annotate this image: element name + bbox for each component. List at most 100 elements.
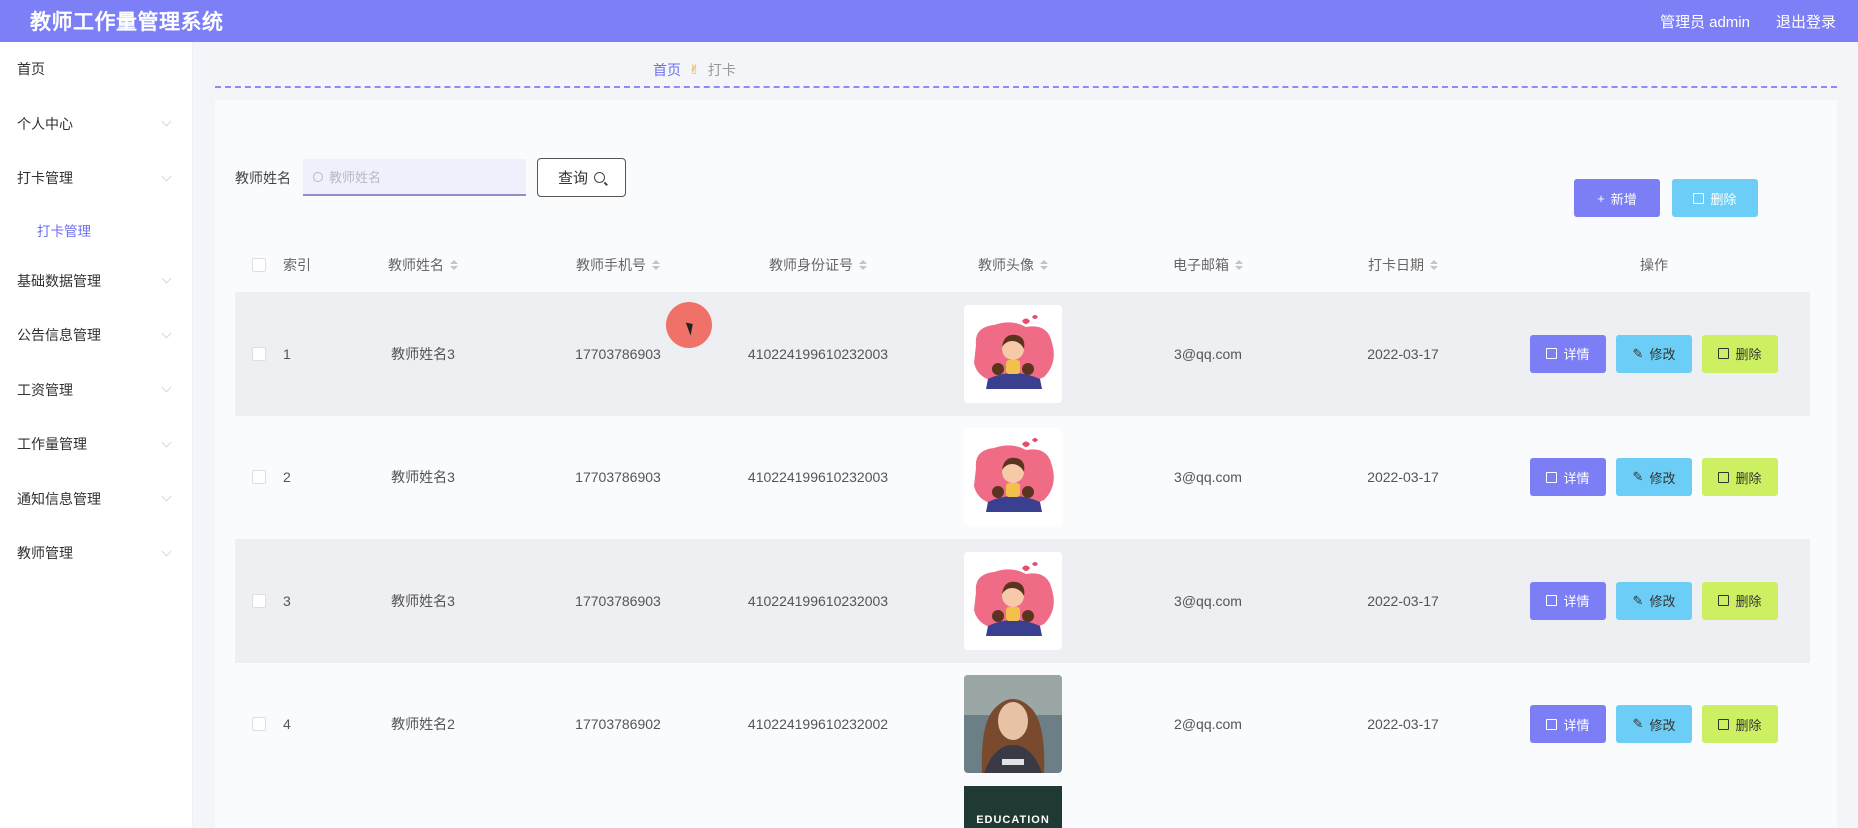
sort-icon[interactable]: [1430, 260, 1438, 270]
row-select-cell: [235, 346, 283, 361]
sidebar-item-teachers[interactable]: 教师管理: [0, 526, 192, 581]
breadcrumb-current: 打卡: [707, 62, 736, 78]
sidebar-item-announcements[interactable]: 公告信息管理: [0, 308, 192, 363]
sort-icon[interactable]: [450, 260, 458, 270]
col-email[interactable]: 电子邮箱: [1108, 255, 1308, 275]
sidebar-subitem-checkin-management[interactable]: 打卡管理: [0, 206, 192, 254]
breadcrumb-home[interactable]: 首页: [653, 60, 681, 80]
cell-index: 2: [283, 469, 291, 486]
edit-button[interactable]: ✎ 修改: [1616, 334, 1692, 373]
cell-email: 3@qq.com: [1174, 345, 1242, 362]
sidebar-item-salary[interactable]: 工资管理: [0, 363, 192, 418]
avatar-cell: [918, 304, 1108, 403]
cell-email: 3@qq.com: [1174, 592, 1242, 609]
pencil-icon: ✎: [1632, 345, 1644, 361]
row-select-cell: [235, 470, 283, 485]
cell-phone: 17703786903: [575, 345, 661, 362]
avatar[interactable]: [964, 551, 1062, 650]
document-icon: [1546, 348, 1558, 360]
sidebar-item-basic-data[interactable]: 基础数据管理: [0, 254, 192, 309]
sidebar-item-checkin-management[interactable]: 打卡管理: [0, 151, 192, 206]
plus-icon: +: [1597, 190, 1605, 206]
detail-label: 详情: [1563, 347, 1590, 363]
current-user: 管理员 admin: [1659, 13, 1750, 31]
search-placeholder: 教师姓名: [329, 170, 382, 185]
col-avatar[interactable]: 教师头像: [918, 255, 1108, 275]
trash-icon: [1718, 718, 1730, 730]
avatar: EDUCATION: [964, 786, 1062, 828]
col-label: 教师姓名: [388, 257, 444, 273]
edit-button[interactable]: ✎ 修改: [1616, 705, 1692, 744]
add-button[interactable]: + 新增: [1574, 179, 1660, 217]
detail-button[interactable]: 详情: [1530, 705, 1606, 744]
sidebar-item-notifications[interactable]: 通知信息管理: [0, 472, 192, 527]
cell-id-card: 410224199610232002: [747, 716, 889, 733]
cell-index: 4: [283, 716, 291, 733]
col-checkin-date[interactable]: 打卡日期: [1308, 255, 1498, 275]
row-checkbox[interactable]: [252, 470, 266, 485]
cell-phone: 17703786902: [575, 716, 661, 733]
detail-button[interactable]: 详情: [1530, 458, 1606, 497]
avatar[interactable]: [964, 428, 1062, 527]
search-icon: [594, 172, 605, 183]
cell-id-card: 410224199610232003: [747, 592, 889, 609]
cell-index: 1: [283, 345, 291, 362]
cell-phone: 17703786903: [575, 469, 661, 486]
row-checkbox[interactable]: [252, 717, 266, 732]
edit-button[interactable]: ✎ 修改: [1616, 581, 1692, 620]
logout-link[interactable]: 退出登录: [1776, 11, 1836, 32]
delete-button[interactable]: 删除: [1702, 705, 1778, 744]
edit-label: 修改: [1649, 594, 1676, 610]
top-right-menu: 管理员 admin 退出登录: [1660, 11, 1836, 32]
sort-icon[interactable]: [652, 260, 660, 270]
sort-icon[interactable]: [859, 260, 867, 270]
query-button-label: 查询: [557, 170, 588, 187]
trash-icon: [1718, 595, 1730, 607]
cell-teacher-name: 教师姓名3: [391, 469, 455, 486]
delete-label: 删除: [1735, 470, 1762, 486]
delete-button[interactable]: 删除: [1702, 458, 1778, 497]
sidebar-item-label: 个人中心: [17, 115, 73, 132]
sidebar-item-workload[interactable]: 工作量管理: [0, 417, 192, 472]
teacher-name-search-input[interactable]: 教师姓名: [303, 159, 526, 196]
chevron-down-icon: [161, 546, 172, 557]
detail-label: 详情: [1563, 717, 1590, 733]
sidebar-item-label: 打卡管理: [37, 223, 91, 239]
col-id-card[interactable]: 教师身份证号: [718, 255, 918, 275]
detail-button[interactable]: 详情: [1530, 581, 1606, 620]
chevron-down-icon: [161, 491, 172, 502]
trash-icon: [1693, 192, 1705, 204]
avatar-cell: [918, 675, 1108, 774]
cell-email: 3@qq.com: [1174, 469, 1242, 486]
col-label: 教师头像: [978, 257, 1034, 273]
batch-delete-button[interactable]: 删除: [1672, 179, 1758, 217]
chevron-down-icon: [161, 328, 172, 339]
col-phone[interactable]: 教师手机号: [518, 255, 718, 275]
avatar[interactable]: [964, 304, 1062, 403]
delete-button[interactable]: 删除: [1702, 334, 1778, 373]
col-label: 电子邮箱: [1173, 257, 1229, 273]
avatar[interactable]: [964, 675, 1062, 774]
breadcrumb: 首页 ✌ 打卡: [653, 60, 736, 80]
query-button[interactable]: 查询: [537, 158, 626, 197]
avatar-text: EDUCATION: [976, 814, 1050, 826]
select-all-checkbox[interactable]: [252, 258, 266, 272]
sidebar-item-label: 打卡管理: [17, 170, 73, 187]
sidebar-item-label: 工作量管理: [17, 436, 87, 453]
delete-button[interactable]: 删除: [1702, 581, 1778, 620]
pencil-icon: ✎: [1632, 716, 1644, 732]
col-label: 打卡日期: [1368, 257, 1424, 273]
document-icon: [1546, 471, 1558, 483]
table-body: 1 教师姓名3 17703786903 410224199610232003 3@qq.…: [235, 292, 1810, 786]
chevron-down-icon: [161, 273, 172, 284]
sort-icon[interactable]: [1040, 260, 1048, 270]
sidebar-item-home[interactable]: 首页: [0, 42, 192, 97]
sidebar-item-personal-center[interactable]: 个人中心: [0, 97, 192, 152]
sort-icon[interactable]: [1235, 260, 1243, 270]
detail-button[interactable]: 详情: [1530, 334, 1606, 373]
row-checkbox[interactable]: [252, 593, 266, 608]
row-checkbox[interactable]: [252, 346, 266, 361]
cell-actions: 详情 ✎ 修改 删除: [1498, 705, 1810, 744]
edit-button[interactable]: ✎ 修改: [1616, 458, 1692, 497]
col-teacher-name[interactable]: 教师姓名: [328, 255, 518, 275]
